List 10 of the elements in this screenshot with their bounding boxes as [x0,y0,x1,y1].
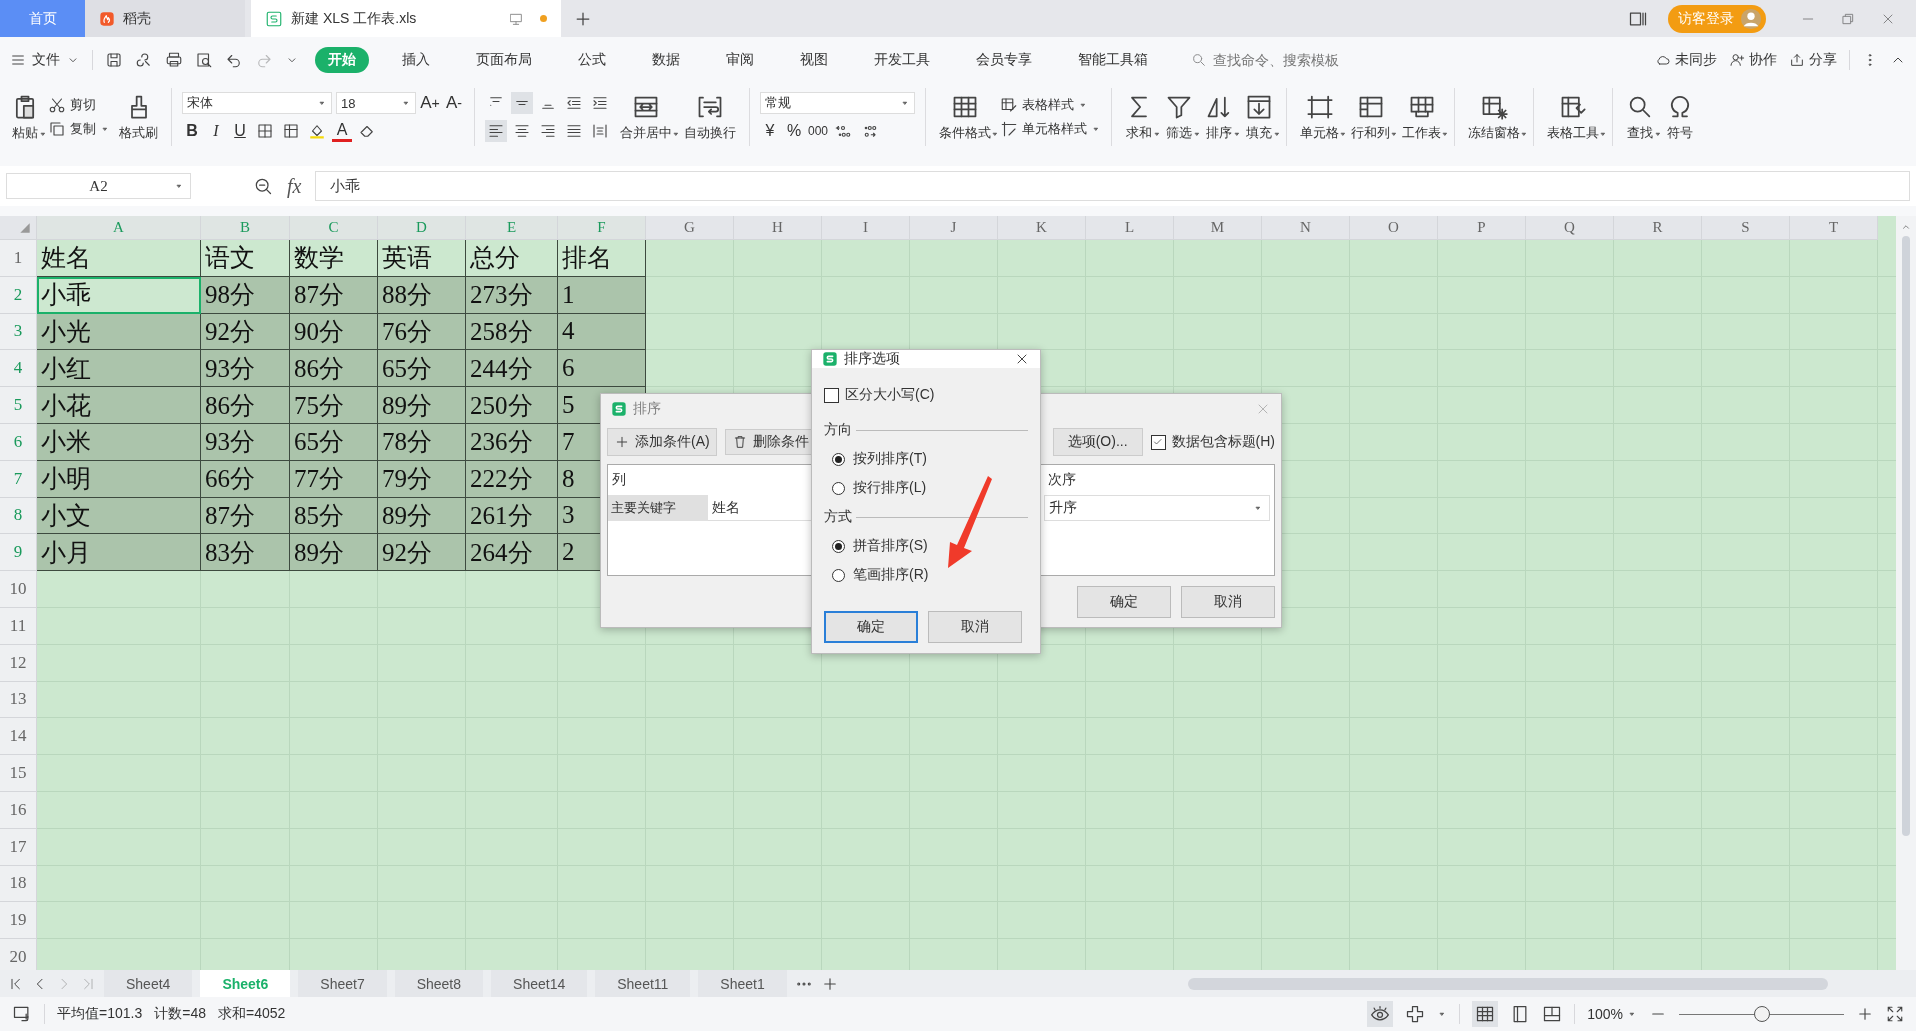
fx-label: fx [287,174,302,198]
status-text: 计数=48 [154,1005,206,1023]
key-label: 主要关键字 [608,495,708,521]
dialog-title: 排序选项 [844,350,900,368]
status-text: 求和=4052 [217,1005,286,1023]
group-label: 方式 [824,508,852,526]
column-heading: 次序 [1047,470,1077,489]
status-text: 平均值=101.3 [57,1005,143,1023]
dialog-title: 排序 [633,400,661,418]
column-heading: 列 [611,470,627,489]
